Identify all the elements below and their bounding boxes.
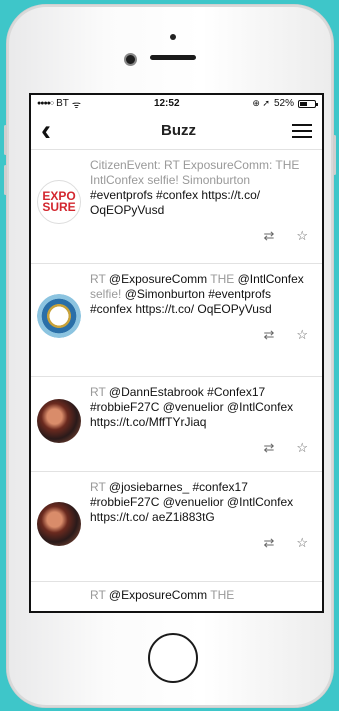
location-icon: ⊕ ➚: [252, 98, 270, 108]
avatar: EXPO SURE: [37, 180, 81, 224]
tweet-text: RT @ExposureComm THE: [90, 588, 235, 602]
list-item[interactable]: RT @josiebarnes_ #confex17 #robbieF27C @…: [31, 472, 322, 582]
list-item[interactable]: RT @DannEstabrook #Confex17 #robbieF27C …: [31, 377, 322, 472]
star-icon[interactable]: ☆: [296, 440, 308, 456]
volume-button: [4, 165, 7, 195]
proximity-sensor: [170, 34, 176, 40]
clock: 12:52: [153, 98, 180, 109]
retweet-icon[interactable]: ⇄: [263, 535, 274, 551]
retweet-icon[interactable]: ⇄: [263, 327, 274, 343]
page-title: Buzz: [161, 122, 196, 139]
battery-percent: 52%: [273, 98, 294, 109]
signal-icon: ●●●●○: [37, 100, 54, 107]
volume-button: [4, 125, 7, 155]
battery-icon: [298, 99, 318, 108]
front-camera: [124, 53, 137, 66]
home-button[interactable]: [148, 633, 198, 683]
exposure-logo: SURE: [42, 200, 76, 214]
back-icon[interactable]: ‹: [41, 115, 65, 145]
status-bar: ●●●●○ BT ᯤ 12:52 ⊕ ➚ 52%: [31, 95, 322, 112]
tweet-text: CitizenEvent: RT ExposureComm: THE IntlC…: [90, 158, 300, 217]
power-button: [333, 135, 336, 175]
wifi-icon: ᯤ: [71, 99, 82, 111]
avatar: [37, 399, 81, 443]
list-item[interactable]: EXPO SURE CitizenEvent: RT ExposureComm:…: [31, 150, 322, 264]
star-icon[interactable]: ☆: [296, 535, 308, 551]
tweet-text: RT @ExposureComm THE @IntlConfex selfie!…: [90, 272, 304, 316]
hamburger-menu-icon[interactable]: [292, 123, 312, 138]
retweet-icon[interactable]: ⇄: [263, 228, 274, 244]
tweet-text: RT @josiebarnes_ #confex17 #robbieF27C @…: [90, 480, 294, 524]
avatar: [37, 294, 81, 338]
app-screen: ●●●●○ BT ᯤ 12:52 ⊕ ➚ 52% ‹ Buzz EXPO SUR…: [29, 93, 324, 613]
earpiece-speaker: [150, 55, 196, 60]
list-item[interactable]: RT @ExposureComm THE: [31, 582, 322, 603]
retweet-icon[interactable]: ⇄: [263, 440, 274, 456]
nav-bar: ‹ Buzz: [31, 112, 322, 150]
avatar: [37, 502, 81, 546]
carrier-label: BT: [56, 98, 69, 109]
star-icon[interactable]: ☆: [296, 327, 308, 343]
tweet-text: RT @DannEstabrook #Confex17 #robbieF27C …: [90, 385, 294, 429]
list-item[interactable]: RT @ExposureComm THE @IntlConfex selfie!…: [31, 264, 322, 377]
star-icon[interactable]: ☆: [296, 228, 308, 244]
